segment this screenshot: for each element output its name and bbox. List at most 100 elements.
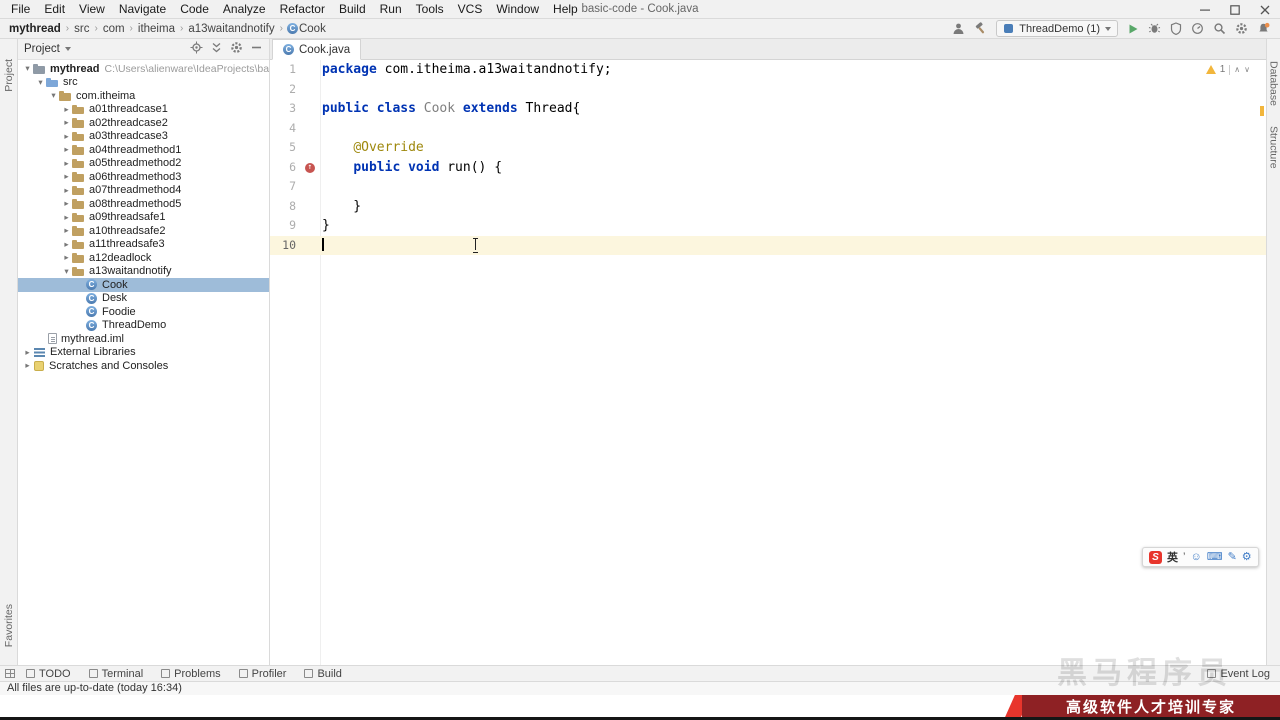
keyboard-icon[interactable]: ⌨	[1207, 551, 1223, 564]
tree-item-scratches and consoles[interactable]: ▸ Scratches and Consoles	[18, 359, 269, 373]
settings-gear-icon[interactable]	[1235, 22, 1248, 35]
menu-view[interactable]: View	[72, 0, 112, 19]
chevron-down-icon[interactable]: ▾	[22, 63, 33, 74]
chevron-right-icon[interactable]: ▸	[61, 212, 72, 223]
tool-window-button-todo[interactable]: TODO	[17, 666, 80, 681]
ime-language-mode[interactable]: 英	[1167, 549, 1178, 565]
chevron-right-icon[interactable]: ▸	[61, 158, 72, 169]
project-panel-title[interactable]: Project	[24, 43, 60, 55]
chevron-right-icon[interactable]: ▸	[22, 347, 33, 358]
locate-file-icon[interactable]	[190, 41, 203, 57]
chevron-right-icon[interactable]: ▸	[61, 252, 72, 263]
tree-item-mythread[interactable]: ▾ mythread C:\Users\alienware\IdeaProjects…	[18, 62, 269, 76]
code-line-1[interactable]: 1 package com.itheima.a13waitandnotify;	[270, 60, 1266, 80]
smiley-icon[interactable]: ☺	[1190, 551, 1201, 564]
chevron-right-icon[interactable]: ▸	[61, 104, 72, 115]
breadcrumb-item-a13waitandnotify[interactable]: a13waitandnotify	[187, 23, 275, 35]
user-icon[interactable]	[952, 22, 965, 35]
tree-item-threaddemo[interactable]: C ThreadDemo	[18, 319, 269, 333]
hide-panel-icon[interactable]	[250, 41, 263, 57]
menu-code[interactable]: Code	[173, 0, 216, 19]
code-line-10[interactable]: 10	[270, 235, 1266, 255]
tool-window-button-profiler[interactable]: Profiler	[230, 666, 296, 681]
chevron-right-icon[interactable]: ▸	[61, 185, 72, 196]
tree-item-desk[interactable]: C Desk	[18, 292, 269, 306]
menu-refactor[interactable]: Refactor	[273, 0, 332, 19]
tree-item-a09threadsafe1[interactable]: ▸ a09threadsafe1	[18, 211, 269, 225]
tree-item-a06threadmethod3[interactable]: ▸ a06threadmethod3	[18, 170, 269, 184]
tree-item-foodie[interactable]: C Foodie	[18, 305, 269, 319]
breadcrumb-item-cook[interactable]: Cook	[298, 23, 327, 35]
code-line-2[interactable]: 2	[270, 80, 1266, 100]
toolbox-icon[interactable]: ⚙	[1242, 551, 1252, 564]
code-line-7[interactable]: 7	[270, 177, 1266, 197]
search-everywhere-icon[interactable]	[1213, 22, 1226, 35]
chevron-down-icon[interactable]: ▾	[35, 77, 46, 88]
pen-icon[interactable]: ✎	[1228, 551, 1237, 564]
tree-item-mythread.iml[interactable]: mythread.iml	[18, 332, 269, 346]
menu-navigate[interactable]: Navigate	[112, 0, 173, 19]
tool-stripe-project[interactable]: Project	[3, 59, 15, 92]
code-line-5[interactable]: 5 @Override	[270, 138, 1266, 158]
next-highlight-icon[interactable]: ∨	[1244, 65, 1250, 74]
override-marker-icon[interactable]	[296, 158, 322, 178]
tool-windows-grid-icon[interactable]	[5, 669, 15, 678]
tree-item-a03threadcase3[interactable]: ▸ a03threadcase3	[18, 130, 269, 144]
minimize-icon[interactable]	[1190, 0, 1220, 19]
code-line-6[interactable]: 6 public void run() {	[270, 158, 1266, 178]
menu-file[interactable]: File	[4, 0, 37, 19]
tool-stripe-database[interactable]: Database	[1268, 61, 1280, 106]
profiler-button[interactable]	[1191, 22, 1204, 35]
chevron-right-icon[interactable]: ▸	[61, 117, 72, 128]
scrollbar-warning-marker[interactable]	[1260, 106, 1264, 116]
editor[interactable]: 1 package com.itheima.a13waitandnotify; 2 3…	[270, 60, 1266, 665]
tool-window-button-problems[interactable]: Problems	[152, 666, 229, 681]
tree-item-com.itheima[interactable]: ▾ com.itheima	[18, 89, 269, 103]
notifications-bell-icon[interactable]	[1257, 22, 1270, 35]
chevron-right-icon[interactable]: ▸	[61, 171, 72, 182]
tree-item-a04threadmethod1[interactable]: ▸ a04threadmethod1	[18, 143, 269, 157]
menu-edit[interactable]: Edit	[37, 0, 72, 19]
chevron-down-icon[interactable]: ▾	[61, 266, 72, 277]
tree-item-a11threadsafe3[interactable]: ▸ a11threadsafe3	[18, 238, 269, 252]
menu-build[interactable]: Build	[332, 0, 373, 19]
tool-stripe-structure[interactable]: Structure	[1268, 126, 1280, 169]
menu-tools[interactable]: Tools	[409, 0, 451, 19]
tree-item-a07threadmethod4[interactable]: ▸ a07threadmethod4	[18, 184, 269, 198]
menu-run[interactable]: Run	[373, 0, 409, 19]
breadcrumb-item-itheima[interactable]: itheima	[137, 23, 176, 35]
chevron-down-icon[interactable]	[64, 47, 71, 51]
breadcrumb-item-src[interactable]: src	[73, 23, 90, 35]
ime-punctuation-mark[interactable]: ’	[1183, 551, 1185, 563]
tree-item-src[interactable]: ▾ src	[18, 76, 269, 90]
breadcrumb-item-mythread[interactable]: mythread	[8, 23, 62, 35]
run-configuration-select[interactable]: ThreadDemo (1)	[996, 20, 1118, 37]
close-icon[interactable]	[1250, 0, 1280, 19]
chevron-right-icon[interactable]: ▸	[61, 198, 72, 209]
maximize-icon[interactable]	[1220, 0, 1250, 19]
menu-window[interactable]: Window	[489, 0, 546, 19]
prev-highlight-icon[interactable]: ∧	[1234, 65, 1240, 74]
collapse-all-icon[interactable]	[210, 41, 223, 57]
tree-item-a02threadcase2[interactable]: ▸ a02threadcase2	[18, 116, 269, 130]
tree-item-a12deadlock[interactable]: ▸ a12deadlock	[18, 251, 269, 265]
sogou-logo-icon[interactable]: S	[1149, 550, 1162, 564]
tree-item-a05threadmethod2[interactable]: ▸ a05threadmethod2	[18, 157, 269, 171]
code-line-3[interactable]: 3 public class Cook extends Thread{	[270, 99, 1266, 119]
coverage-button[interactable]	[1170, 22, 1182, 35]
panel-settings-gear-icon[interactable]	[230, 41, 243, 57]
code-line-4[interactable]: 4	[270, 119, 1266, 139]
chevron-down-icon[interactable]: ▾	[48, 90, 59, 101]
inspection-widget[interactable]: 1 ∧ ∨	[1205, 64, 1250, 75]
code-line-8[interactable]: 8 }	[270, 197, 1266, 217]
menu-analyze[interactable]: Analyze	[216, 0, 273, 19]
tree-item-a01threadcase1[interactable]: ▸ a01threadcase1	[18, 103, 269, 117]
tree-item-cook[interactable]: C Cook	[18, 278, 269, 292]
chevron-right-icon[interactable]: ▸	[22, 360, 33, 371]
build-hammer-icon[interactable]	[974, 22, 987, 35]
menu-help[interactable]: Help	[546, 0, 585, 19]
chevron-right-icon[interactable]: ▸	[61, 239, 72, 250]
tab-cook-java[interactable]: C Cook.java	[272, 39, 362, 60]
chevron-right-icon[interactable]: ▸	[61, 144, 72, 155]
code-line-9[interactable]: 9}	[270, 216, 1266, 236]
